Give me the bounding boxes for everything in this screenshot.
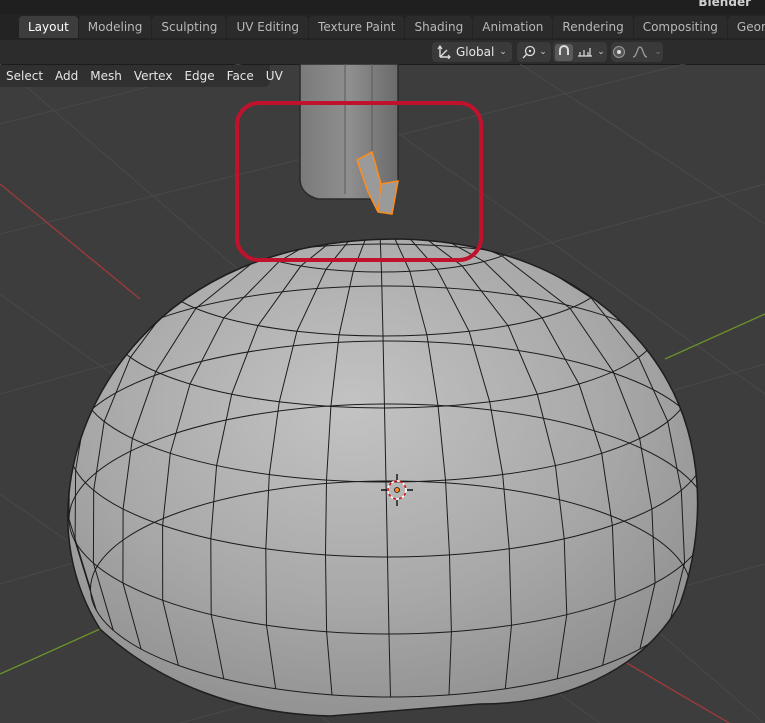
menu-face[interactable]: Face: [221, 65, 260, 87]
tab-shading[interactable]: Shading: [405, 16, 473, 38]
tab-rendering[interactable]: Rendering: [553, 16, 633, 38]
menu-mesh[interactable]: Mesh: [84, 65, 128, 87]
app-title: Blender: [698, 0, 751, 9]
chevron-down-icon: ⌄: [539, 47, 547, 57]
snap-controls[interactable]: ⌄: [553, 42, 607, 62]
tab-animation[interactable]: Animation: [473, 16, 553, 38]
tab-texture-paint[interactable]: Texture Paint: [309, 16, 405, 38]
tab-modeling[interactable]: Modeling: [78, 16, 152, 38]
menu-add[interactable]: Add: [49, 65, 84, 87]
uv-sphere-mesh[interactable]: [67, 197, 709, 717]
snap-increment-icon: [578, 48, 593, 57]
snap-magnet-icon: [559, 44, 570, 55]
menu-vertex[interactable]: Vertex: [128, 65, 179, 87]
editor-menu-bar: Select Add Mesh Vertex Edge Face UV: [0, 65, 283, 87]
tab-compositing[interactable]: Compositing: [633, 16, 727, 38]
title-bar: Blender: [0, 0, 765, 14]
snap-toggle[interactable]: [555, 43, 574, 61]
menu-uv[interactable]: UV: [260, 65, 289, 87]
proportional-editing[interactable]: ⌄: [611, 42, 663, 62]
falloff-curve-icon[interactable]: [632, 46, 648, 58]
workspace-tabs: Layout Modeling Sculpting UV Editing Texture…: [0, 14, 765, 40]
blender-window: Blender Layout Modeling Sculpting UV Editin…: [0, 0, 765, 723]
chevron-down-icon: ⌄: [499, 47, 507, 57]
menu-edge[interactable]: Edge: [178, 65, 220, 87]
tab-uv-editing[interactable]: UV Editing: [227, 16, 309, 38]
handle-object[interactable]: [299, 64, 399, 215]
proportional-edit-icon[interactable]: [612, 45, 626, 59]
transform-orientation-dropdown[interactable]: Global ⌄: [432, 42, 512, 62]
pivot-icon: [522, 45, 536, 59]
viewport-header: Global ⌄ ⌄ ⌄ ⌄: [0, 40, 765, 65]
chevron-down-icon: ⌄: [654, 47, 662, 57]
viewport-canvas[interactable]: [0, 64, 765, 723]
transform-orientation-icon: [437, 45, 451, 59]
menu-select[interactable]: Select: [0, 65, 49, 87]
tab-geometry-nodes[interactable]: Geometry Nodes: [727, 16, 765, 38]
tab-sculpting[interactable]: Sculpting: [152, 16, 227, 38]
pivot-point-dropdown[interactable]: ⌄: [517, 42, 551, 62]
chevron-down-icon: ⌄: [597, 47, 605, 57]
tab-layout[interactable]: Layout: [19, 16, 78, 38]
3d-viewport[interactable]: [0, 64, 765, 723]
orientation-label: Global: [456, 45, 495, 59]
